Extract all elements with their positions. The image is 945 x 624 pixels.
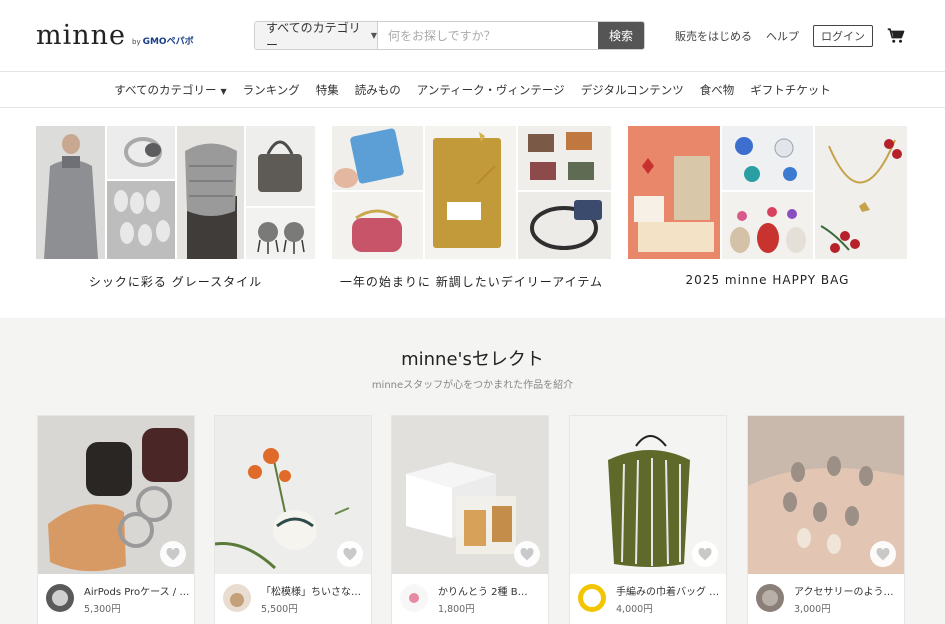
- nav-features[interactable]: 特集: [316, 82, 339, 98]
- photo-gray-snood-model: [177, 126, 244, 259]
- heart-icon: [166, 547, 180, 560]
- section-subtitle: minneスタッフが心をつかまれた作品を紹介: [371, 380, 574, 391]
- photo-daruma-figures: [722, 192, 813, 259]
- logo-gmo-pepabo: GMOペパボ: [142, 37, 194, 47]
- cart-icon[interactable]: [887, 27, 905, 45]
- photo-gold-notebook: [425, 126, 516, 259]
- photo-cable-organizer: [518, 192, 611, 259]
- product-title[interactable]: 手編みの巾着バッグ …: [616, 583, 722, 598]
- creator-avatar[interactable]: [756, 584, 784, 612]
- product-title[interactable]: AirPods Proケース / …: [84, 583, 190, 598]
- banner-caption: 一年の始まりに 新調したいデイリーアイテム: [339, 275, 604, 289]
- product-image: [215, 416, 371, 574]
- product-image: [392, 416, 548, 574]
- product-info: アクセサリーのよう… 3,000円: [748, 574, 904, 624]
- product-info: AirPods Proケース / … 5,300円: [38, 574, 194, 624]
- nav-all-categories-label: すべてのカテゴリー: [114, 82, 217, 97]
- product-card[interactable]: 「松模様」ちいさな… 5,500円: [214, 415, 372, 624]
- nav-gift-ticket[interactable]: ギフトチケット: [750, 82, 831, 98]
- product-price: 4,000円: [616, 604, 653, 615]
- product-info: 手編みの巾着バッグ … 4,000円: [570, 574, 726, 624]
- product-price: 3,000円: [794, 604, 831, 615]
- banner-image-collage: [628, 126, 907, 259]
- creator-avatar[interactable]: [578, 584, 606, 612]
- nav-articles[interactable]: 読みもの: [355, 82, 401, 98]
- search-category-label: すべてのカテゴリー: [266, 21, 361, 50]
- banner-caption: シックに彩る グレースタイル: [88, 275, 263, 289]
- banner-image-collage: [332, 126, 611, 259]
- product-card[interactable]: 手編みの巾着バッグ … 4,000円: [569, 415, 727, 624]
- heart-icon: [343, 547, 357, 560]
- favorite-button[interactable]: [692, 541, 718, 567]
- product-image: [748, 416, 904, 574]
- banner-happy-bag[interactable]: 2025 minne HAPPY BAG: [628, 126, 907, 287]
- banner-image-collage: [36, 126, 315, 259]
- product-card[interactable]: かりんとう 2種 B… 1,800円: [391, 415, 549, 624]
- category-nav: すべてのカテゴリー ▼ ランキング 特集 読みもの アンティーク・ヴィンテージ デ…: [0, 72, 945, 108]
- photo-blue-wallet: [332, 126, 423, 190]
- product-price: 1,800円: [438, 604, 475, 615]
- start-selling-link[interactable]: 販売をはじめる: [675, 28, 752, 44]
- search-category-select[interactable]: すべてのカテゴリー ▼: [255, 22, 378, 49]
- heart-icon: [876, 547, 890, 560]
- site-header: minne by GMOペパボ すべてのカテゴリー ▼ 検索 販売をはじめる ヘ…: [0, 0, 945, 72]
- creator-avatar[interactable]: [46, 584, 74, 612]
- creator-avatar[interactable]: [400, 584, 428, 612]
- logo-by: by: [132, 38, 141, 46]
- product-title[interactable]: アクセサリーのよう…: [794, 583, 900, 598]
- product-price: 5,500円: [261, 604, 298, 615]
- banner-daily-items[interactable]: 一年の始まりに 新調したいデイリーアイテム: [332, 126, 611, 290]
- banner-caption: 2025 minne HAPPY BAG: [685, 273, 850, 287]
- help-link[interactable]: ヘルプ: [766, 28, 799, 44]
- nav-all-categories[interactable]: すべてのカテゴリー ▼: [114, 82, 226, 98]
- photo-glass-rings: [722, 126, 813, 190]
- logo-wordmark: minne: [36, 20, 126, 51]
- product-card[interactable]: アクセサリーのよう… 3,000円: [747, 415, 905, 624]
- photo-earrings: [246, 208, 315, 259]
- product-card[interactable]: AirPods Proケース / … 5,300円: [37, 415, 195, 624]
- photo-gift-box: [628, 126, 720, 259]
- feature-banners: シックに彩る グレースタイル 一年の始まりに 新調したいデイリーアイテム 202…: [0, 126, 945, 306]
- search-input[interactable]: [378, 22, 598, 49]
- minne-logo[interactable]: minne by GMOペパボ: [36, 22, 194, 49]
- favorite-button[interactable]: [870, 541, 896, 567]
- photo-silver-nails: [107, 181, 175, 259]
- nav-ranking[interactable]: ランキング: [243, 82, 300, 98]
- photo-silver-ring: [107, 126, 175, 179]
- header-links: 販売をはじめる ヘルプ ログイン: [661, 25, 905, 47]
- minnes-select-section: minne'sセレクト minneスタッフが心をつかまれた作品を紹介 AirPo…: [0, 318, 945, 624]
- creator-avatar[interactable]: [223, 584, 251, 612]
- heart-icon: [520, 547, 534, 560]
- photo-gray-knit-model: [36, 126, 105, 259]
- chevron-down-icon: ▼: [370, 31, 377, 40]
- product-info: 「松模様」ちいさな… 5,500円: [215, 574, 371, 624]
- photo-gold-necklace: [815, 126, 907, 259]
- banner-gray-style[interactable]: シックに彩る グレースタイル: [36, 126, 315, 290]
- section-title: minne'sセレクト: [401, 349, 544, 370]
- product-info: かりんとう 2種 B… 1,800円: [392, 574, 548, 624]
- product-title[interactable]: 「松模様」ちいさな…: [261, 583, 367, 598]
- search-button[interactable]: 検索: [598, 22, 644, 49]
- photo-gray-bag: [246, 126, 315, 206]
- favorite-button[interactable]: [514, 541, 540, 567]
- favorite-button[interactable]: [337, 541, 363, 567]
- nav-antique-vintage[interactable]: アンティーク・ヴィンテージ: [417, 82, 565, 98]
- product-title[interactable]: かりんとう 2種 B…: [438, 583, 544, 598]
- photo-card-cases: [518, 126, 611, 190]
- chevron-down-icon: ▼: [220, 86, 227, 96]
- login-button[interactable]: ログイン: [813, 25, 873, 47]
- favorite-button[interactable]: [160, 541, 186, 567]
- product-image: [570, 416, 726, 574]
- product-price: 5,300円: [84, 604, 121, 615]
- photo-pink-purse: [332, 192, 423, 259]
- nav-food[interactable]: 食べ物: [700, 82, 735, 98]
- product-image: [38, 416, 194, 574]
- search-bar: すべてのカテゴリー ▼ 検索: [254, 21, 645, 50]
- heart-icon: [698, 547, 712, 560]
- nav-digital-content[interactable]: デジタルコンテンツ: [581, 82, 684, 98]
